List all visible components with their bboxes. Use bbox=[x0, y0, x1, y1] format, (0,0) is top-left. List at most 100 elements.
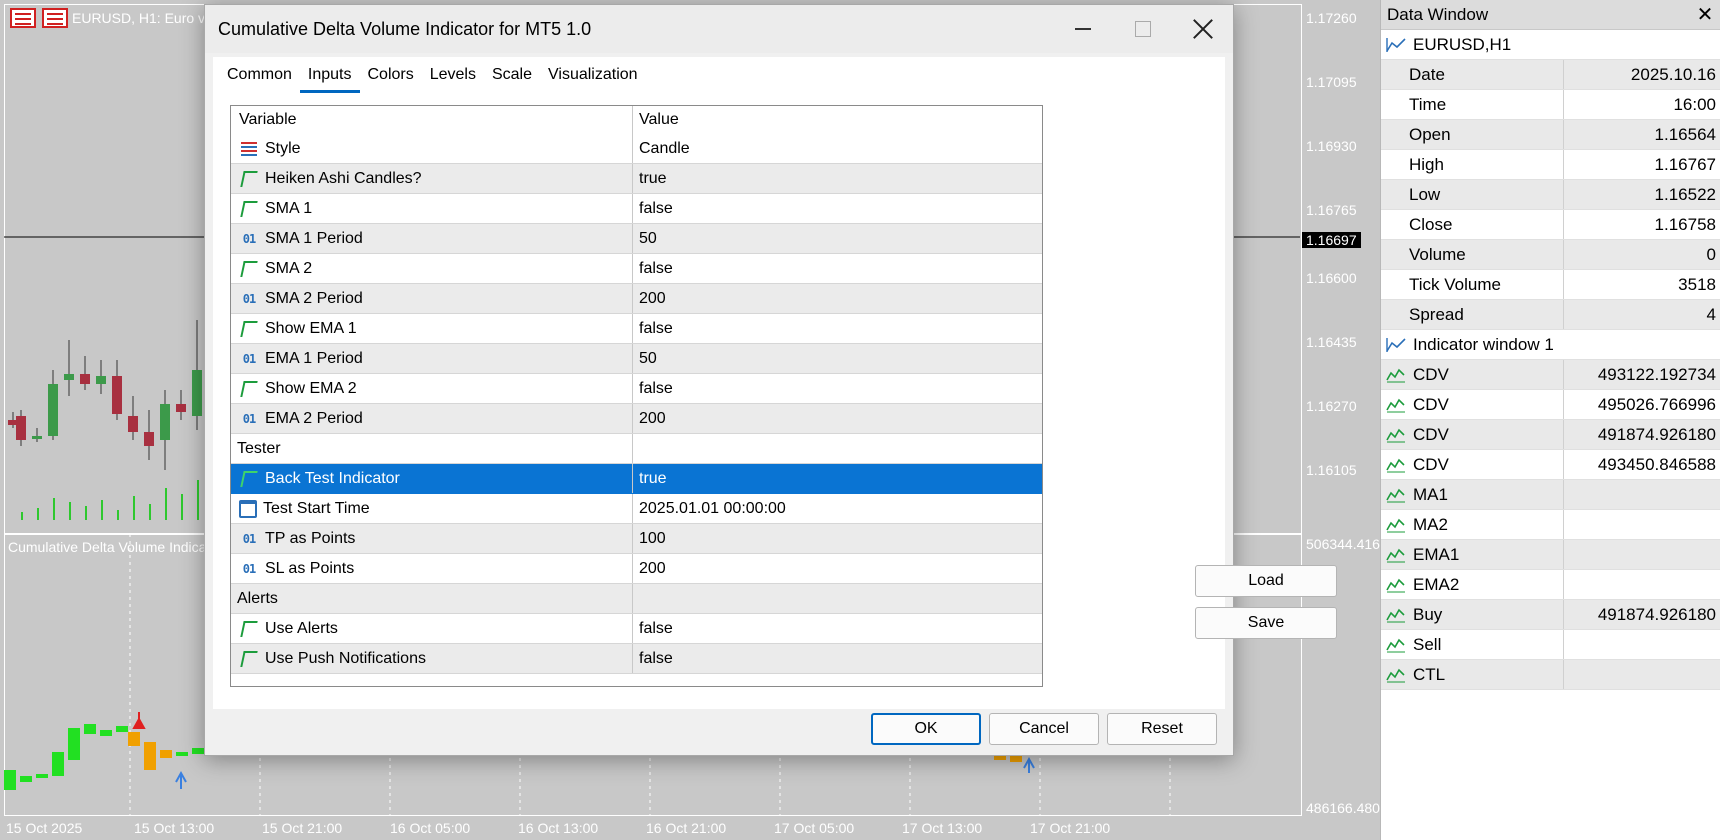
indicator-group-row: Indicator window 1 bbox=[1381, 330, 1720, 360]
price-axis-label: 1.16105 bbox=[1306, 462, 1357, 478]
sell-arrow-icon bbox=[132, 712, 146, 729]
value-cell[interactable]: Candle bbox=[633, 134, 1042, 163]
value-cell[interactable]: 200 bbox=[633, 404, 1042, 433]
variable-column-header[interactable]: Variable bbox=[231, 106, 633, 134]
indicator-key: CDV bbox=[1381, 360, 1564, 389]
data-key: Time bbox=[1381, 90, 1564, 119]
input-row[interactable]: 01 EMA 1 Period 50 bbox=[231, 344, 1042, 374]
tab-colors[interactable]: Colors bbox=[360, 57, 422, 93]
candle-body bbox=[96, 376, 106, 384]
value-cell[interactable]: false bbox=[633, 614, 1042, 643]
save-button[interactable]: Save bbox=[1195, 607, 1337, 639]
value-cell bbox=[633, 434, 1042, 463]
value-cell[interactable]: false bbox=[633, 314, 1042, 343]
input-row[interactable]: 01 SMA 2 Period 200 bbox=[231, 284, 1042, 314]
bool-icon bbox=[239, 469, 259, 489]
value-cell[interactable]: 200 bbox=[633, 554, 1042, 583]
tab-scale[interactable]: Scale bbox=[484, 57, 540, 93]
indicator-line-icon bbox=[1385, 455, 1407, 475]
value-cell[interactable]: false bbox=[633, 194, 1042, 223]
value-column-header[interactable]: Value bbox=[633, 106, 1042, 134]
variable-name: EMA 1 Period bbox=[265, 349, 363, 367]
indicator-row: Buy 491874.926180 bbox=[1381, 600, 1720, 630]
variable-name: EMA 2 Period bbox=[265, 409, 363, 427]
trade-panel-icon[interactable] bbox=[42, 8, 68, 28]
data-key: Date bbox=[1381, 60, 1564, 89]
value-cell[interactable]: 200 bbox=[633, 284, 1042, 313]
close-icon bbox=[1193, 19, 1213, 39]
indicator-key: MA1 bbox=[1381, 480, 1564, 509]
input-row[interactable]: Style Candle bbox=[231, 134, 1042, 164]
indicator-properties-dialog[interactable]: Cumulative Delta Volume Indicator for MT… bbox=[204, 4, 1337, 756]
indicator-row: CDV 491874.926180 bbox=[1381, 420, 1720, 450]
cdv-candle bbox=[52, 752, 64, 776]
value-cell[interactable]: false bbox=[633, 254, 1042, 283]
input-row[interactable]: 01 SMA 1 Period 50 bbox=[231, 224, 1042, 254]
indicator-row: MA2 bbox=[1381, 510, 1720, 540]
input-row[interactable]: Show EMA 1 false bbox=[231, 314, 1042, 344]
input-row[interactable]: Use Alerts false bbox=[231, 614, 1042, 644]
minimize-button[interactable] bbox=[1053, 5, 1113, 53]
data-window-close-icon[interactable]: ✕ bbox=[1690, 2, 1720, 27]
group-row[interactable]: Alerts bbox=[231, 584, 1042, 614]
value-cell[interactable]: true bbox=[633, 164, 1042, 193]
input-row[interactable]: Use Push Notifications false bbox=[231, 644, 1042, 674]
value-cell[interactable]: 50 bbox=[633, 344, 1042, 373]
data-key: Volume bbox=[1381, 240, 1564, 269]
cdv-candle bbox=[36, 774, 48, 778]
candle-body bbox=[192, 370, 202, 416]
value-cell[interactable]: 50 bbox=[633, 224, 1042, 253]
input-row[interactable]: Back Test Indicator true bbox=[231, 464, 1042, 494]
input-row[interactable]: SMA 2 false bbox=[231, 254, 1042, 284]
load-button[interactable]: Load bbox=[1195, 565, 1337, 597]
candle-body bbox=[48, 384, 58, 436]
tab-inputs[interactable]: Inputs bbox=[299, 57, 360, 93]
time-axis-label: 16 Oct 21:00 bbox=[646, 820, 727, 836]
input-row[interactable]: Show EMA 2 false bbox=[231, 374, 1042, 404]
group-name: EURUSD,H1 bbox=[1413, 34, 1512, 54]
dialog-titlebar[interactable]: Cumulative Delta Volume Indicator for MT… bbox=[205, 5, 1233, 53]
inputs-grid[interactable]: Variable Value Style Candle Heiken Ashi Ca… bbox=[230, 105, 1043, 687]
cdv-candle bbox=[84, 724, 96, 734]
data-row: Spread 4 bbox=[1381, 300, 1720, 330]
input-row[interactable]: 01 SL as Points 200 bbox=[231, 554, 1042, 584]
data-key: High bbox=[1381, 150, 1564, 179]
group-row[interactable]: Tester bbox=[231, 434, 1042, 464]
maximize-button[interactable] bbox=[1113, 5, 1173, 53]
candle-body bbox=[176, 404, 186, 412]
tab-visualization[interactable]: Visualization bbox=[540, 57, 646, 93]
indicator-value: 495026.766996 bbox=[1597, 394, 1716, 414]
ok-button[interactable]: OK bbox=[871, 713, 981, 745]
value-cell[interactable]: true bbox=[633, 464, 1042, 493]
value-cell[interactable]: 2025.01.01 00:00:00 bbox=[633, 494, 1042, 523]
cdv-candle bbox=[68, 728, 80, 760]
input-row[interactable]: Heiken Ashi Candles? true bbox=[231, 164, 1042, 194]
data-row: Volume 0 bbox=[1381, 240, 1720, 270]
data-key: Low bbox=[1381, 180, 1564, 209]
tab-levels[interactable]: Levels bbox=[422, 57, 484, 93]
data-window-panel[interactable]: Data Window ✕ EURUSD,H1 Date 2025.10.16 Tim… bbox=[1380, 0, 1720, 840]
symbol-group-row: EURUSD,H1 bbox=[1381, 30, 1720, 60]
chart-menu-icon[interactable] bbox=[10, 8, 36, 28]
variable-cell: 01 SMA 1 Period bbox=[231, 224, 633, 253]
input-row[interactable]: 01 TP as Points 100 bbox=[231, 524, 1042, 554]
input-row[interactable]: 01 EMA 2 Period 200 bbox=[231, 404, 1042, 434]
reset-button[interactable]: Reset bbox=[1107, 713, 1217, 745]
group-label: EURUSD,H1 bbox=[1381, 30, 1511, 59]
cancel-button[interactable]: Cancel bbox=[989, 713, 1099, 745]
variable-cell: Use Push Notifications bbox=[231, 644, 633, 673]
value-cell[interactable]: false bbox=[633, 374, 1042, 403]
value-cell[interactable]: false bbox=[633, 644, 1042, 673]
data-key: Spread bbox=[1381, 300, 1564, 329]
grid-header-row: Variable Value bbox=[231, 106, 1042, 134]
value-cell[interactable]: 100 bbox=[633, 524, 1042, 553]
data-row: Low 1.16522 bbox=[1381, 180, 1720, 210]
variable-cell: Style bbox=[231, 134, 633, 163]
variable-name: SL as Points bbox=[265, 559, 355, 577]
tab-common[interactable]: Common bbox=[219, 57, 300, 93]
close-button[interactable] bbox=[1173, 5, 1233, 53]
input-row[interactable]: SMA 1 false bbox=[231, 194, 1042, 224]
minimize-icon bbox=[1075, 28, 1091, 30]
variable-name: SMA 2 bbox=[265, 259, 313, 277]
input-row[interactable]: Test Start Time 2025.01.01 00:00:00 bbox=[231, 494, 1042, 524]
